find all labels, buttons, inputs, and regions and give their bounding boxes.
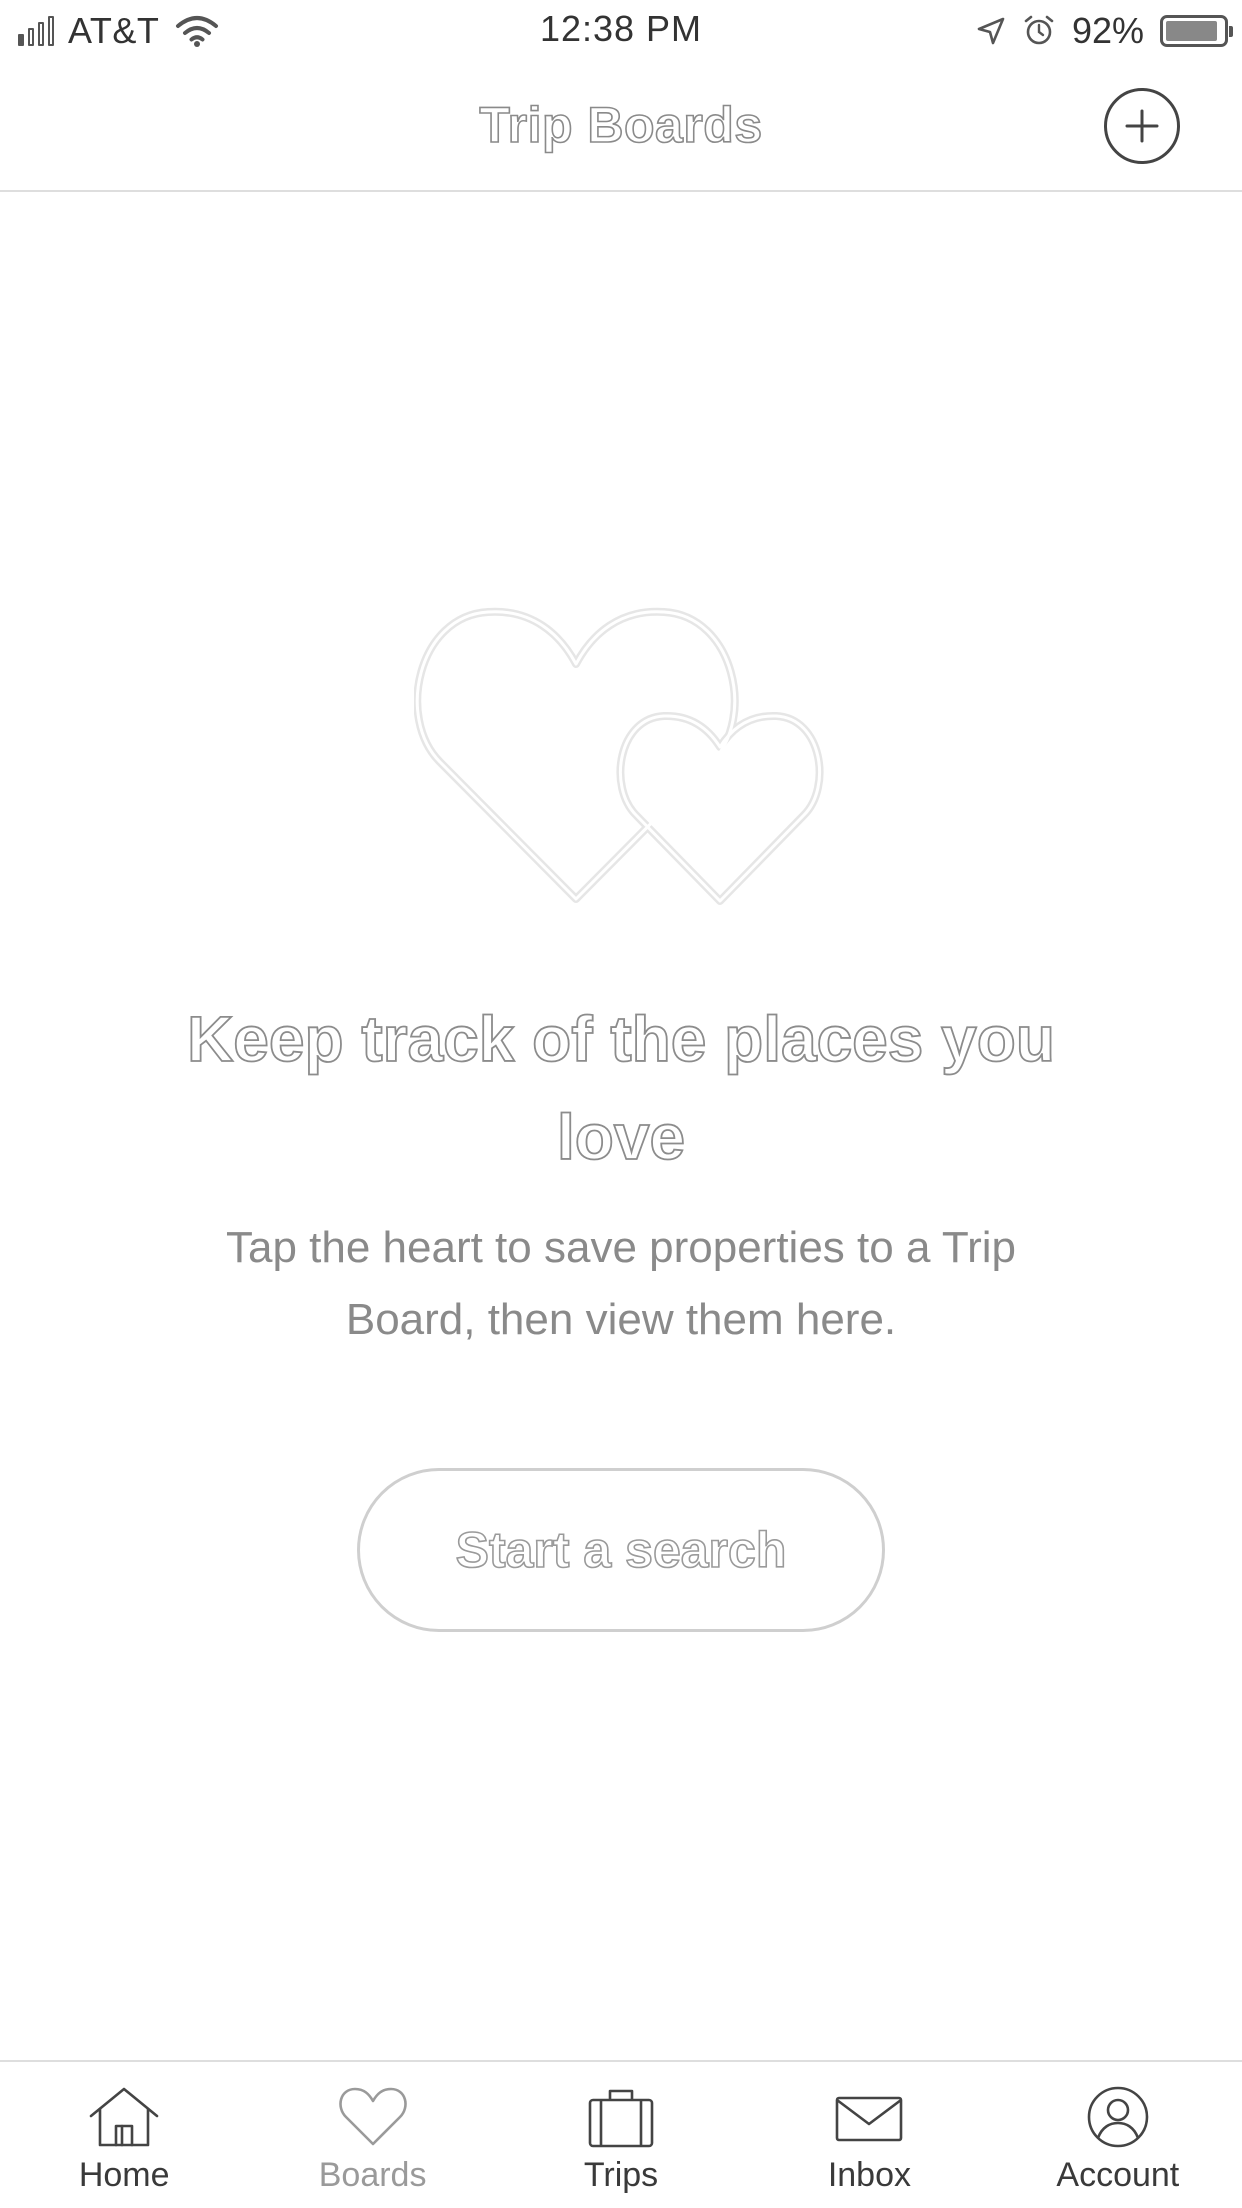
heart-icon: [338, 2087, 407, 2146]
suitcase-icon: [588, 2089, 654, 2148]
tab-trips[interactable]: Trips: [497, 2062, 745, 2208]
tab-account[interactable]: Account: [994, 2062, 1242, 2208]
start-search-button[interactable]: Start a search: [357, 1468, 885, 1632]
tab-account-label: Account: [1056, 2156, 1180, 2194]
empty-state-description: Tap the heart to save properties to a Tr…: [225, 1223, 1016, 1344]
tab-home-label: Home: [78, 2156, 170, 2194]
status-bar: AT&T 12:38 PM 92%: [0, 0, 1242, 62]
battery-percent: 92%: [1071, 10, 1144, 51]
tab-boards[interactable]: Boards: [248, 2062, 496, 2208]
alarm-icon: [1024, 15, 1054, 45]
tab-boards-label: Boards: [318, 2156, 427, 2194]
tab-inbox[interactable]: Inbox: [745, 2062, 993, 2208]
battery-level-fill: [1166, 21, 1218, 41]
user-circle-icon: [1087, 2086, 1149, 2148]
battery-icon: [1160, 15, 1233, 47]
add-trip-board-button[interactable]: [1104, 88, 1180, 164]
start-search-label: Start a search: [455, 1521, 787, 1579]
location-arrow-icon: [977, 17, 1005, 45]
envelope-icon: [836, 2096, 903, 2142]
tab-trips-label: Trips: [583, 2156, 659, 2194]
tab-bar: Home Boards Trips Inbox Account: [0, 2060, 1242, 2208]
tab-home[interactable]: Home: [0, 2062, 248, 2208]
plus-icon: [1125, 109, 1159, 143]
nav-bar: Trip Boards: [0, 62, 1242, 192]
two-hearts-icon: [414, 607, 824, 905]
home-icon: [89, 2087, 159, 2147]
page-title: Trip Boards: [479, 96, 763, 154]
empty-state-headline: Keep track of the places you love: [186, 1002, 1056, 1174]
tab-inbox-label: Inbox: [827, 2156, 912, 2194]
status-right: 92%: [976, 10, 1233, 52]
